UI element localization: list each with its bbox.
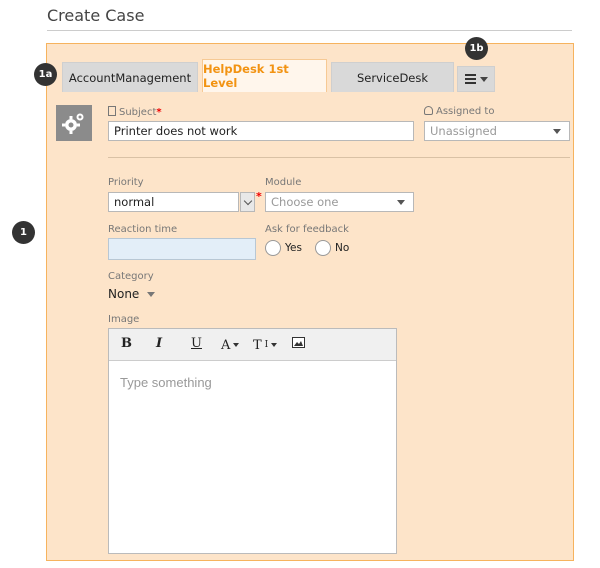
assigned-to-select[interactable]: Unassigned bbox=[424, 121, 570, 141]
case-type-gear-icon bbox=[56, 105, 92, 141]
module-label: Module bbox=[265, 177, 302, 188]
italic-button[interactable]: I bbox=[156, 336, 162, 354]
chevron-down-icon bbox=[233, 343, 240, 347]
font-color-icon: A bbox=[221, 337, 231, 353]
priority-dropdown-button[interactable] bbox=[240, 192, 255, 212]
priority-label: Priority bbox=[108, 177, 144, 188]
ask-for-feedback-label: Ask for feedback bbox=[265, 224, 349, 235]
module-placeholder: Choose one bbox=[271, 195, 339, 209]
font-color-button[interactable]: A bbox=[221, 336, 240, 354]
reaction-time-label: Reaction time bbox=[108, 224, 178, 235]
insert-image-button[interactable] bbox=[292, 337, 305, 355]
chevron-down-icon bbox=[243, 196, 252, 205]
title-divider bbox=[47, 30, 572, 31]
callout-tabs: 1a bbox=[34, 63, 57, 86]
chevron-down-icon bbox=[397, 200, 405, 205]
editor-toolbar: B I U A TI bbox=[109, 329, 396, 361]
document-icon bbox=[108, 106, 116, 116]
feedback-yes-label: Yes bbox=[285, 242, 302, 254]
chevron-down-icon bbox=[553, 129, 561, 134]
category-label: Category bbox=[108, 271, 154, 282]
page-title: Create Case bbox=[47, 6, 145, 25]
feedback-no-label: No bbox=[335, 242, 350, 254]
list-menu-icon bbox=[464, 74, 476, 84]
text-size-icon: T bbox=[253, 337, 262, 353]
callout-menu: 1b bbox=[465, 37, 488, 60]
image-label: Image bbox=[108, 314, 140, 325]
callout-main: 1 bbox=[12, 221, 35, 244]
reaction-time-field[interactable] bbox=[108, 238, 256, 260]
tab-servicedesk[interactable]: ServiceDesk bbox=[331, 62, 454, 92]
rich-text-editor: B I U A TI Type something bbox=[108, 328, 397, 554]
editor-placeholder[interactable]: Type something bbox=[120, 375, 212, 390]
category-select[interactable]: None bbox=[108, 287, 156, 301]
tab-helpdesk-1st-level[interactable]: HelpDesk 1st Level bbox=[202, 59, 327, 92]
text-size-small-icon: I bbox=[264, 340, 269, 350]
feedback-yes-radio[interactable] bbox=[265, 240, 281, 256]
assigned-to-label: Assigned to bbox=[424, 106, 494, 117]
subject-field[interactable]: Printer does not work bbox=[108, 121, 414, 141]
underline-button[interactable]: U bbox=[191, 336, 202, 354]
form-divider bbox=[108, 157, 570, 158]
module-select[interactable]: Choose one bbox=[265, 192, 414, 212]
category-value: None bbox=[108, 287, 140, 301]
priority-required-mark: * bbox=[256, 190, 262, 203]
priority-select[interactable]: normal bbox=[108, 192, 239, 212]
chevron-down-icon bbox=[147, 291, 156, 297]
image-icon bbox=[292, 337, 305, 348]
text-size-button[interactable]: TI bbox=[253, 336, 278, 354]
feedback-no-radio[interactable] bbox=[315, 240, 331, 256]
gear-icon bbox=[62, 113, 84, 134]
assigned-to-value: Unassigned bbox=[430, 124, 497, 138]
user-icon bbox=[424, 106, 433, 115]
bold-button[interactable]: B bbox=[121, 336, 132, 354]
tab-overflow-menu-button[interactable] bbox=[457, 66, 495, 92]
subject-label: Subject* bbox=[108, 106, 162, 118]
tab-account-management[interactable]: AccountManagement bbox=[62, 62, 198, 92]
chevron-down-icon bbox=[479, 76, 488, 82]
chevron-down-icon bbox=[271, 343, 278, 347]
